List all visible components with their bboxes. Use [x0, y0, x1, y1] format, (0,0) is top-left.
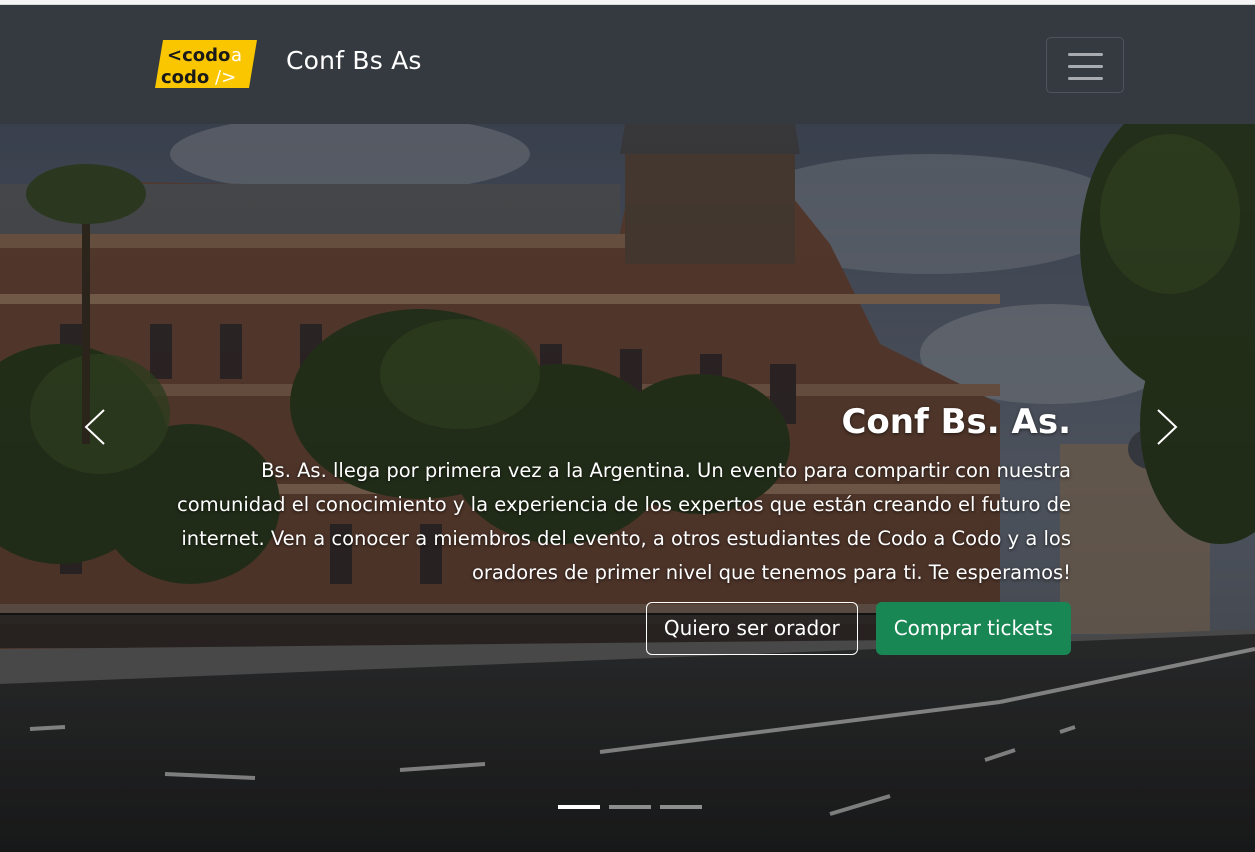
codo-a-codo-logo[interactable]: <codo a codo /> — [155, 40, 257, 88]
caption-buttons: Quiero ser orador Comprar tickets — [171, 602, 1071, 655]
svg-text:/>: /> — [215, 67, 236, 88]
caption-text: Bs. As. llega por primera vez a la Argen… — [177, 459, 1071, 584]
chevron-right-icon — [1157, 409, 1178, 445]
chevron-left-icon — [84, 409, 105, 445]
carousel-indicator-2[interactable] — [609, 805, 651, 809]
hamburger-menu-icon — [1068, 53, 1103, 56]
svg-text:codo: codo — [161, 67, 209, 88]
carousel-indicators — [558, 805, 702, 809]
speaker-button[interactable]: Quiero ser orador — [645, 602, 858, 655]
carousel-next-button[interactable] — [1140, 402, 1190, 452]
hamburger-bar — [1068, 65, 1103, 68]
carousel-prev-button[interactable] — [74, 402, 124, 452]
carousel-indicator-3[interactable] — [660, 805, 702, 809]
buy-tickets-button[interactable]: Comprar tickets — [875, 602, 1071, 655]
brand-name[interactable]: Conf Bs As — [286, 46, 422, 75]
navbar: <codo a codo /> Conf Bs As — [0, 5, 1255, 124]
svg-text:a: a — [231, 45, 242, 66]
navbar-toggler-button[interactable] — [1046, 37, 1124, 93]
svg-text:<codo: <codo — [167, 45, 230, 66]
carousel-indicator-1[interactable] — [558, 805, 600, 809]
caption-title: Conf Bs. As. — [841, 402, 1071, 442]
carousel-caption: Conf Bs. As. Bs. As. llega por primera v… — [171, 401, 1071, 655]
hamburger-bar — [1068, 77, 1103, 80]
hero-carousel: Conf Bs. As. Bs. As. llega por primera v… — [0, 124, 1255, 852]
